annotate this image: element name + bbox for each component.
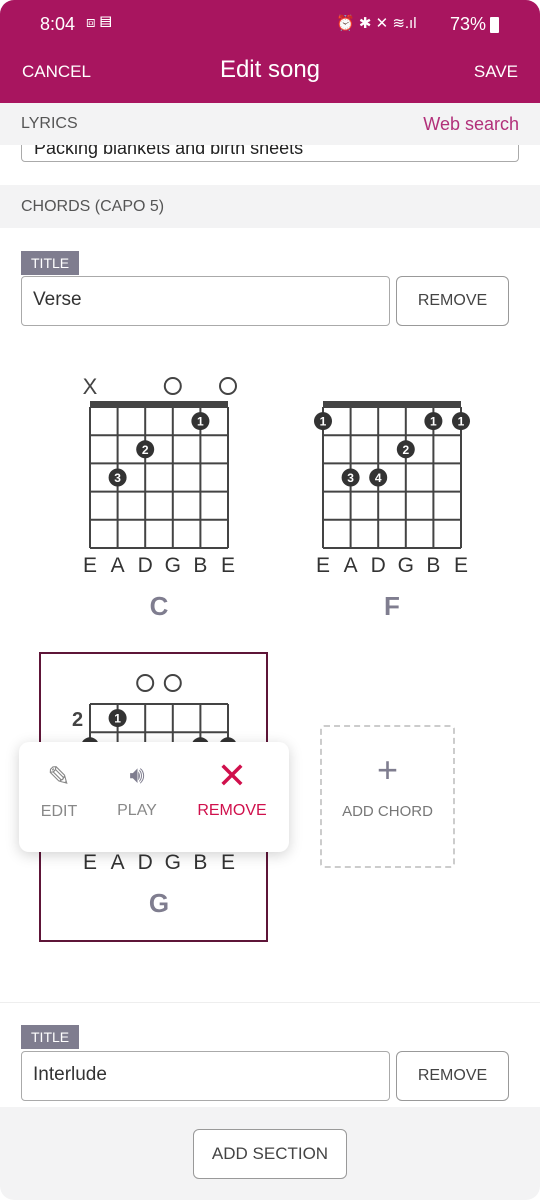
string-name: B: [193, 554, 207, 577]
nut: [323, 401, 461, 407]
chord-name: G: [149, 888, 169, 918]
string-name: E: [221, 851, 235, 874]
plus-icon: +: [376, 749, 399, 790]
string-name: A: [344, 554, 358, 577]
finger-number: 2: [142, 443, 149, 457]
finger-number: 3: [114, 471, 121, 485]
string-name: G: [398, 554, 414, 577]
page-title: Edit song: [219, 56, 321, 83]
muted-string-marker: X: [83, 374, 98, 399]
finger-number: 1: [320, 415, 327, 429]
string-name: A: [111, 554, 125, 577]
string-name: B: [193, 851, 207, 874]
string-name: E: [83, 851, 97, 874]
remove-section-button[interactable]: REMOVE: [396, 1051, 509, 1101]
remove-chord-button[interactable]: ✕ REMOVE: [187, 742, 277, 852]
remove-section-button[interactable]: REMOVE: [396, 276, 509, 326]
section-title-input[interactable]: Interlude: [21, 1051, 390, 1101]
battery-icon: [490, 17, 499, 33]
string-name: D: [138, 554, 153, 577]
finger-number: 1: [430, 415, 437, 429]
title-tag: TITLE: [21, 251, 80, 275]
string-name: G: [165, 851, 181, 874]
add-chord-label: ADD CHORD: [342, 803, 433, 820]
string-name: B: [426, 554, 440, 577]
finger-number: 1: [114, 712, 121, 726]
remove-label: REMOVE: [197, 802, 267, 819]
close-icon: ✕: [216, 755, 248, 796]
add-chord-button[interactable]: + ADD CHORD: [320, 725, 455, 868]
string-name: A: [111, 851, 125, 874]
chord-diagram-C[interactable]: X123E A D G B EC: [70, 370, 250, 630]
app-header: 8:04 ⧈ ▤ ⏰ ✱ ✕ ≋.ıl 73% CANCEL Edit song…: [0, 0, 540, 103]
finger-number: 4: [375, 471, 382, 485]
string-name: G: [165, 554, 181, 577]
open-string-marker: [163, 674, 182, 692]
string-name: D: [371, 554, 386, 577]
chord-diagram-F[interactable]: 1 1 123 4E A D G B EF: [303, 370, 483, 630]
battery-level: 73%: [450, 14, 487, 34]
edit-chord-button[interactable]: ✎ EDIT: [19, 742, 99, 852]
base-fret-label: 2: [72, 709, 83, 731]
string-name: D: [138, 851, 153, 874]
bottom-bar: ADD SECTION: [0, 1107, 540, 1200]
open-string-marker: [219, 377, 237, 395]
chord-name: C: [150, 591, 169, 621]
nut: [90, 401, 228, 407]
web-search-link[interactable]: Web search: [423, 103, 519, 145]
finger-number: 1: [197, 415, 204, 429]
open-string-marker: [136, 674, 155, 692]
speaker-icon: 🔊︎: [129, 762, 145, 789]
finger-number: 3: [347, 471, 354, 485]
finger-number: 1: [458, 415, 465, 429]
open-string-marker: [163, 377, 182, 395]
add-section-button[interactable]: ADD SECTION: [193, 1129, 347, 1179]
section-title-input[interactable]: Verse: [21, 276, 390, 326]
status-time: 8:04: [40, 14, 76, 34]
chord-name: F: [384, 591, 400, 621]
screenshot-icon: ⧈ ▤: [86, 14, 112, 31]
lyrics-label: LYRICS: [21, 115, 78, 132]
play-chord-button[interactable]: 🔊︎ PLAY: [97, 742, 177, 852]
pencil-icon: ✎: [47, 761, 71, 792]
string-name: E: [83, 554, 97, 577]
lyrics-header: LYRICS Web search: [0, 103, 540, 145]
save-button[interactable]: SAVE: [474, 62, 518, 82]
status-icons: ⏰ ✱ ✕ ≋.ıl: [336, 15, 417, 32]
divider: [0, 1002, 540, 1003]
play-label: PLAY: [117, 802, 157, 819]
chords-header: CHORDS (CAPO 5): [0, 185, 540, 228]
string-name: E: [221, 554, 235, 577]
title-tag: TITLE: [21, 1025, 80, 1049]
edit-label: EDIT: [40, 803, 78, 820]
string-name: E: [454, 554, 468, 577]
chord-action-popup: ✎ EDIT 🔊︎ PLAY ✕ REMOVE: [19, 742, 289, 852]
string-name: E: [316, 554, 330, 577]
finger-number: 2: [402, 443, 409, 457]
